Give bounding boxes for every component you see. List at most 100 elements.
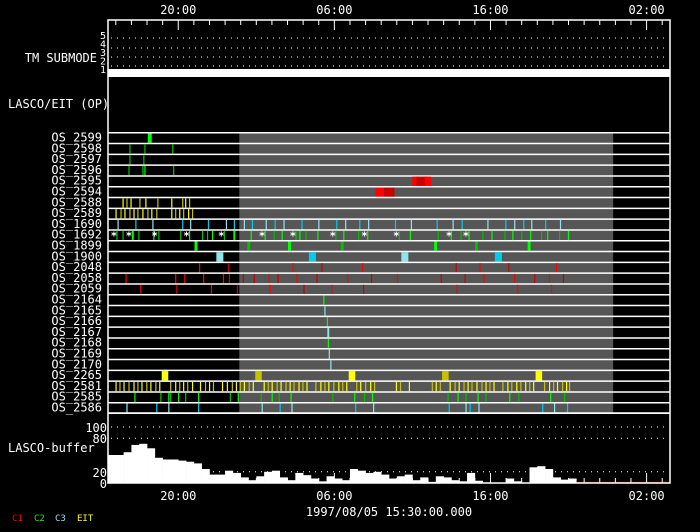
event-mark [328, 349, 330, 359]
event-mark [172, 144, 174, 154]
event-mark [324, 306, 326, 316]
event-mark [483, 273, 485, 284]
event-mark [122, 230, 124, 240]
top-time-tick-label: 02:00 [629, 3, 665, 17]
event-mark [198, 403, 200, 413]
event-mark [147, 209, 149, 219]
event-mark [142, 209, 144, 219]
event-mark [345, 219, 347, 230]
event-block [475, 241, 478, 251]
event-mark [144, 165, 146, 176]
event-block [424, 176, 432, 186]
event-mark [138, 230, 140, 240]
event-mark [440, 273, 442, 284]
event-mark [237, 392, 239, 402]
event-mark [305, 230, 307, 240]
event-mark [146, 381, 148, 392]
event-mark [203, 273, 205, 284]
event-mark [525, 381, 527, 392]
event-mark [489, 381, 491, 392]
event-mark [175, 273, 177, 284]
event-mark [481, 381, 483, 392]
event-mark [274, 219, 276, 230]
event-mark [135, 219, 137, 230]
event-mark [479, 263, 481, 273]
event-mark [409, 230, 411, 240]
event-mark [128, 381, 130, 392]
event-mark [332, 392, 334, 402]
event-mark [516, 381, 518, 392]
event-block [216, 252, 224, 262]
bottom-time-tick-label: 16:00 [472, 489, 508, 503]
event-block [442, 371, 449, 381]
buffer-bar [209, 474, 218, 483]
event-mark [271, 381, 273, 392]
event-mark [160, 392, 162, 402]
event-mark [207, 219, 210, 230]
event-mark [212, 381, 215, 392]
event-mark [170, 392, 172, 402]
event-mark [394, 219, 397, 230]
buffer-bar [170, 459, 179, 483]
event-mark [296, 273, 298, 284]
event-mark [157, 198, 159, 208]
buffer-bar [365, 472, 374, 483]
event-mark [290, 392, 292, 402]
event-mark [139, 198, 141, 208]
event-mark [550, 392, 552, 402]
event-mark [547, 230, 549, 240]
event-mark [476, 381, 478, 392]
event-mark [363, 392, 366, 402]
event-mark [359, 219, 361, 230]
event-mark [179, 209, 181, 219]
bottom-time-tick-label: 20:00 [160, 489, 196, 503]
event-mark [190, 219, 192, 230]
event-mark [395, 381, 398, 392]
event-mark [566, 403, 569, 413]
event-block [255, 371, 262, 381]
event-mark [130, 198, 132, 208]
buffer-bar [178, 460, 187, 483]
event-mark [326, 317, 329, 327]
event-mark [505, 219, 507, 230]
event-block [147, 133, 152, 143]
event-mark [338, 381, 340, 392]
event-mark [239, 381, 241, 392]
event-mark [278, 392, 280, 402]
event-mark [324, 381, 326, 392]
event-mark [533, 381, 535, 392]
event-mark [115, 381, 117, 392]
event-mark [454, 381, 456, 392]
buffer-bar [303, 475, 312, 483]
buffer-bar [467, 472, 476, 483]
buffer-bar [123, 452, 132, 483]
event-mark [250, 230, 252, 240]
event-mark [281, 230, 283, 240]
event-mark [134, 392, 136, 402]
event-mark [242, 273, 244, 284]
event-mark [517, 284, 519, 294]
buffer-bar [108, 455, 117, 483]
event-mark [228, 273, 230, 284]
event-mark [448, 403, 450, 413]
event-mark [529, 381, 531, 392]
event-mark [548, 381, 551, 392]
event-mark [188, 209, 190, 219]
event-mark [471, 381, 473, 392]
event-mark [447, 392, 449, 402]
tm-submode-bar [108, 69, 670, 77]
event-mark [159, 381, 161, 392]
event-mark [303, 284, 305, 294]
event-mark [356, 381, 358, 392]
event-block [348, 371, 356, 381]
legend-item-eit: EIT [77, 514, 94, 524]
top-time-tick-label: 16:00 [472, 3, 508, 17]
event-mark [188, 198, 191, 208]
buffer-bar [435, 476, 444, 483]
buffer-bar [154, 457, 163, 483]
event-mark [321, 263, 323, 273]
event-mark [225, 219, 228, 230]
event-mark [458, 381, 460, 392]
event-mark [568, 381, 571, 392]
event-mark [327, 338, 329, 348]
